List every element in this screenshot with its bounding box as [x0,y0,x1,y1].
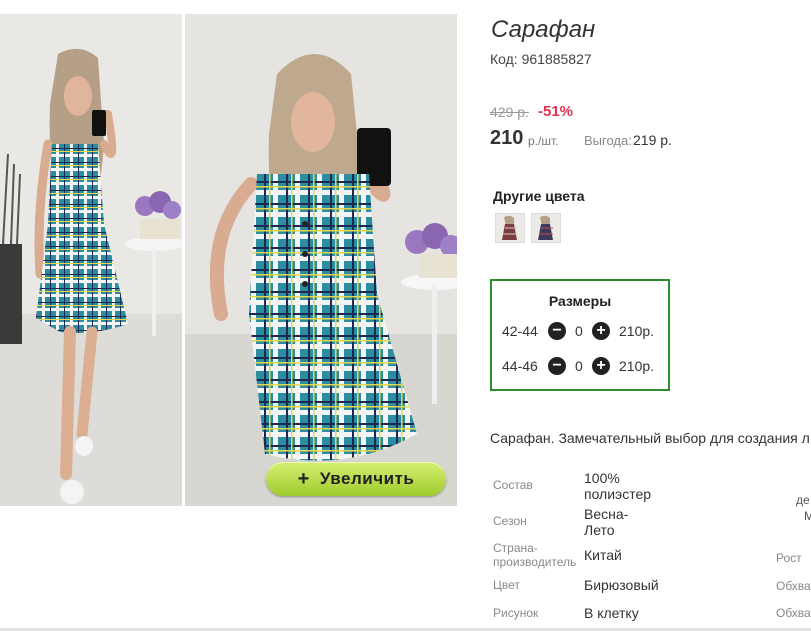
size-price: 210р. [619,323,655,339]
zoom-button[interactable]: + Увеличить [266,462,446,496]
size-price: 210р. [619,358,655,374]
plus-icon: + [297,468,310,490]
minus-icon[interactable]: − [548,322,566,340]
product-code: Код: 961885827 [490,51,592,67]
color-swatch[interactable] [531,213,561,243]
sizes-title: Размеры [548,293,612,309]
swatch-thumbnail [496,214,524,242]
spec-value: Бирюзовый [584,577,659,593]
spec-right-clipped: М [804,509,811,523]
product-photo-full[interactable] [0,14,182,506]
minus-icon[interactable]: − [548,357,566,375]
saving-label: Выгода: [584,133,632,148]
spec-label: Сезон [493,514,527,528]
product-gallery: + Увеличить [0,14,458,506]
old-price: 429 р. [490,104,529,120]
product-description: Сарафан. Замечательный выбор для создани… [490,430,810,446]
spec-label: Состав [493,478,533,492]
spec-label: Цвет [493,578,520,592]
sizes-panel: Размеры 42-44 − 0 + 210р. 44-46 − 0 + 21… [490,279,670,391]
size-quantity: 0 [575,323,583,339]
spec-right-clipped: де [796,493,810,507]
spec-right-label: Рост [776,551,802,565]
product-info: Сарафан Код: 961885827 429 р. -51% 210 р… [490,0,811,631]
spec-value: 100% полиэстер [584,470,652,502]
spec-value: Весна-Лето [584,506,629,538]
spec-right-label: Обхват [776,579,811,593]
other-colors-title: Другие цвета [493,188,585,204]
size-label: 42-44 [502,323,538,339]
dress-photo-illustration-1 [0,14,182,506]
spec-value: В клетку [584,605,639,621]
spec-label: Страна-производитель [493,541,577,569]
swatch-thumbnail [532,214,560,242]
plus-circle-icon[interactable]: + [592,322,610,340]
spec-label: Рисунок [493,606,539,620]
dress-photo-illustration-2 [185,14,457,506]
zoom-button-label: Увеличить [319,469,415,488]
discount-badge: -51% [538,103,574,120]
color-swatch[interactable] [495,213,525,243]
size-quantity: 0 [575,358,583,374]
current-price: 210 [490,127,524,149]
size-label: 44-46 [502,358,538,374]
size-row: 44-46 − 0 + 210р. [502,357,662,377]
price-unit: р./шт. [528,134,559,148]
size-row: 42-44 − 0 + 210р. [502,322,662,342]
product-title: Сарафан [491,16,596,43]
plus-circle-icon[interactable]: + [592,357,610,375]
spec-right-label: Обхват [776,606,811,620]
saving-value: 219 р. [633,132,672,148]
product-photo-closeup[interactable] [185,14,457,506]
spec-value: Китай [584,547,622,563]
